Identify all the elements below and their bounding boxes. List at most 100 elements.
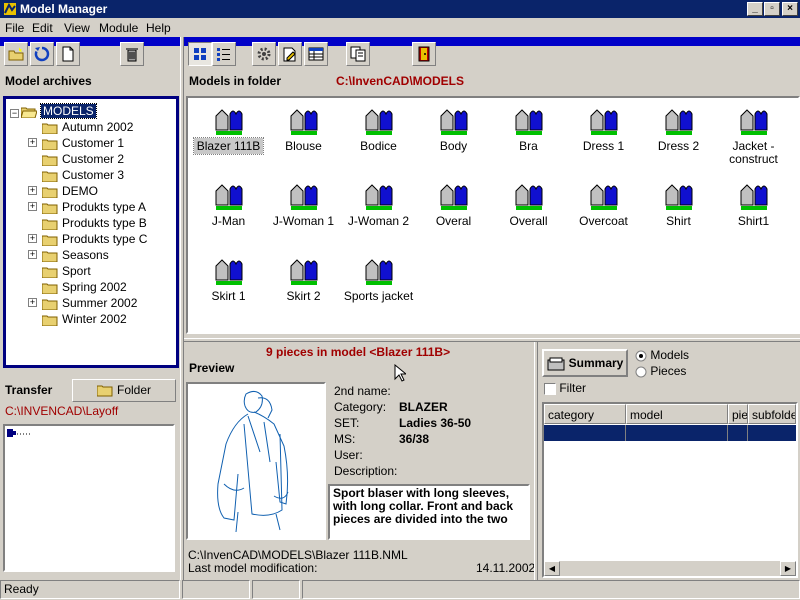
model-item[interactable]: Sports jacket — [341, 258, 416, 303]
restore-button[interactable]: ▫ — [764, 2, 780, 16]
model-icon — [590, 109, 617, 135]
models-radio[interactable]: Models — [635, 348, 689, 362]
column-header-pieces[interactable]: pie — [728, 404, 748, 424]
model-grid[interactable]: Blazer 111B Blouse Bodice Body Bra Dress 1 Dre… — [186, 96, 800, 334]
exit-button[interactable] — [412, 42, 436, 66]
column-header-category[interactable]: category — [544, 404, 626, 424]
expand-icon[interactable]: + — [28, 202, 37, 211]
mouse-cursor-icon — [394, 364, 406, 382]
model-item[interactable]: Jacket - construct — [716, 108, 791, 166]
folder-button[interactable]: Folder — [72, 379, 176, 402]
menu-edit[interactable]: Edit — [32, 21, 53, 35]
expand-icon[interactable]: + — [28, 250, 37, 259]
list-icon — [217, 48, 230, 61]
pieces-radio[interactable]: Pieces — [635, 364, 686, 378]
refresh-button[interactable] — [30, 42, 54, 66]
delete-button[interactable] — [120, 42, 144, 66]
menu-view[interactable]: View — [64, 21, 90, 35]
model-item[interactable]: Skirt 1 — [191, 258, 266, 303]
tools-icon — [257, 47, 271, 61]
model-icon — [515, 184, 542, 210]
model-icon — [290, 184, 317, 210]
menu-module[interactable]: Module — [99, 21, 138, 35]
filter-checkbox[interactable]: Filter — [544, 381, 586, 395]
model-icon — [290, 259, 317, 285]
model-item[interactable]: Blouse — [266, 108, 341, 153]
scroll-left-button[interactable]: ◀ — [544, 561, 560, 576]
horizontal-splitter[interactable] — [184, 338, 800, 342]
preview-splitter[interactable] — [534, 342, 538, 580]
archive-tree[interactable]: − MODELS Autumn 2002 + Customer 1 Customer 2… — [3, 96, 179, 368]
expand-icon[interactable]: + — [28, 234, 37, 243]
edit-model-button[interactable] — [278, 42, 302, 66]
collapse-icon[interactable]: − — [10, 109, 19, 118]
close-button[interactable]: × — [782, 2, 798, 16]
blazer-sketch-icon — [217, 390, 289, 533]
tree-folder-item[interactable]: Produkts type B — [42, 215, 147, 231]
tree-folder-item[interactable]: Customer 3 — [42, 167, 124, 183]
tree-folder-item[interactable]: Produkts type A — [42, 199, 146, 215]
menu-help[interactable]: Help — [146, 21, 171, 35]
description-box[interactable]: Sport blaser with long sleeves, with lon… — [328, 484, 530, 540]
model-icon — [215, 109, 242, 135]
tree-folder-item[interactable]: DEMO — [42, 183, 98, 199]
horizontal-scrollbar[interactable]: ◀ ▶ — [544, 560, 796, 576]
detail-field-label: Category: — [334, 400, 387, 414]
summary-button[interactable]: Summary — [542, 349, 628, 377]
model-item[interactable]: Dress 1 — [566, 108, 641, 153]
model-item[interactable]: J-Man — [191, 183, 266, 228]
copy-icon — [350, 46, 366, 62]
tree-folder-item[interactable]: Autumn 2002 — [42, 119, 133, 135]
detail-field-value: BLAZER — [399, 400, 448, 414]
model-item[interactable]: Blazer 111B — [191, 108, 266, 155]
expand-icon[interactable]: + — [28, 186, 37, 195]
model-item[interactable]: Dress 2 — [641, 108, 716, 153]
model-icon — [365, 109, 392, 135]
pieces-radio-label: Pieces — [650, 364, 687, 378]
vertical-splitter[interactable] — [180, 37, 184, 580]
expand-icon[interactable]: + — [28, 298, 37, 307]
model-item[interactable]: Overcoat — [566, 183, 641, 228]
tree-folder-item[interactable]: Winter 2002 — [42, 311, 127, 327]
model-item[interactable]: Shirt1 — [716, 183, 791, 228]
scroll-right-button[interactable]: ▶ — [780, 561, 796, 576]
column-header-model[interactable]: model — [626, 404, 728, 424]
summary-table[interactable]: category model pie subfolder ◀ ▶ — [542, 402, 798, 578]
tree-folder-item[interactable]: Customer 1 — [42, 135, 124, 151]
selected-table-row[interactable] — [544, 425, 796, 441]
last-modification-date: 14.11.2002 — [476, 561, 536, 575]
minimize-button[interactable]: _ — [747, 2, 763, 16]
transfer-tree[interactable] — [3, 424, 175, 572]
model-item[interactable]: Bodice — [341, 108, 416, 153]
large-icons-view-button[interactable] — [188, 42, 212, 66]
model-item[interactable]: Bra — [491, 108, 566, 153]
model-file-path: C:\InvenCAD\MODELS\Blazer 111B.NML — [188, 548, 408, 562]
tree-folder-item[interactable]: Summer 2002 — [42, 295, 137, 311]
model-item[interactable]: Overall — [491, 183, 566, 228]
new-document-button[interactable] — [56, 42, 80, 66]
model-label: Shirt1 — [737, 214, 770, 228]
model-item[interactable]: Shirt — [641, 183, 716, 228]
column-header-subfolder[interactable]: subfolder — [748, 404, 796, 424]
expand-icon[interactable]: + — [28, 138, 37, 147]
tree-root-item[interactable]: − MODELS — [10, 103, 97, 119]
list-view-button[interactable] — [212, 42, 236, 66]
folder-icon — [96, 385, 113, 397]
model-item[interactable]: Skirt 2 — [266, 258, 341, 303]
table-view-button[interactable] — [304, 42, 328, 66]
new-archive-button[interactable] — [4, 42, 28, 66]
model-item[interactable]: Body — [416, 108, 491, 153]
tree-folder-item[interactable]: Produkts type C — [42, 231, 147, 247]
tree-folder-item[interactable]: Seasons — [42, 247, 109, 263]
model-icon — [290, 109, 317, 135]
model-item[interactable]: J-Woman 1 — [266, 183, 341, 228]
right-accent-bar — [184, 37, 800, 46]
model-item[interactable]: J-Woman 2 — [341, 183, 416, 228]
tree-folder-item[interactable]: Spring 2002 — [42, 279, 127, 295]
tree-folder-item[interactable]: Sport — [42, 263, 91, 279]
tree-folder-item[interactable]: Customer 2 — [42, 151, 124, 167]
model-item[interactable]: Overal — [416, 183, 491, 228]
menu-file[interactable]: File — [5, 21, 24, 35]
tools-button[interactable] — [252, 42, 276, 66]
copy-button[interactable] — [346, 42, 370, 66]
